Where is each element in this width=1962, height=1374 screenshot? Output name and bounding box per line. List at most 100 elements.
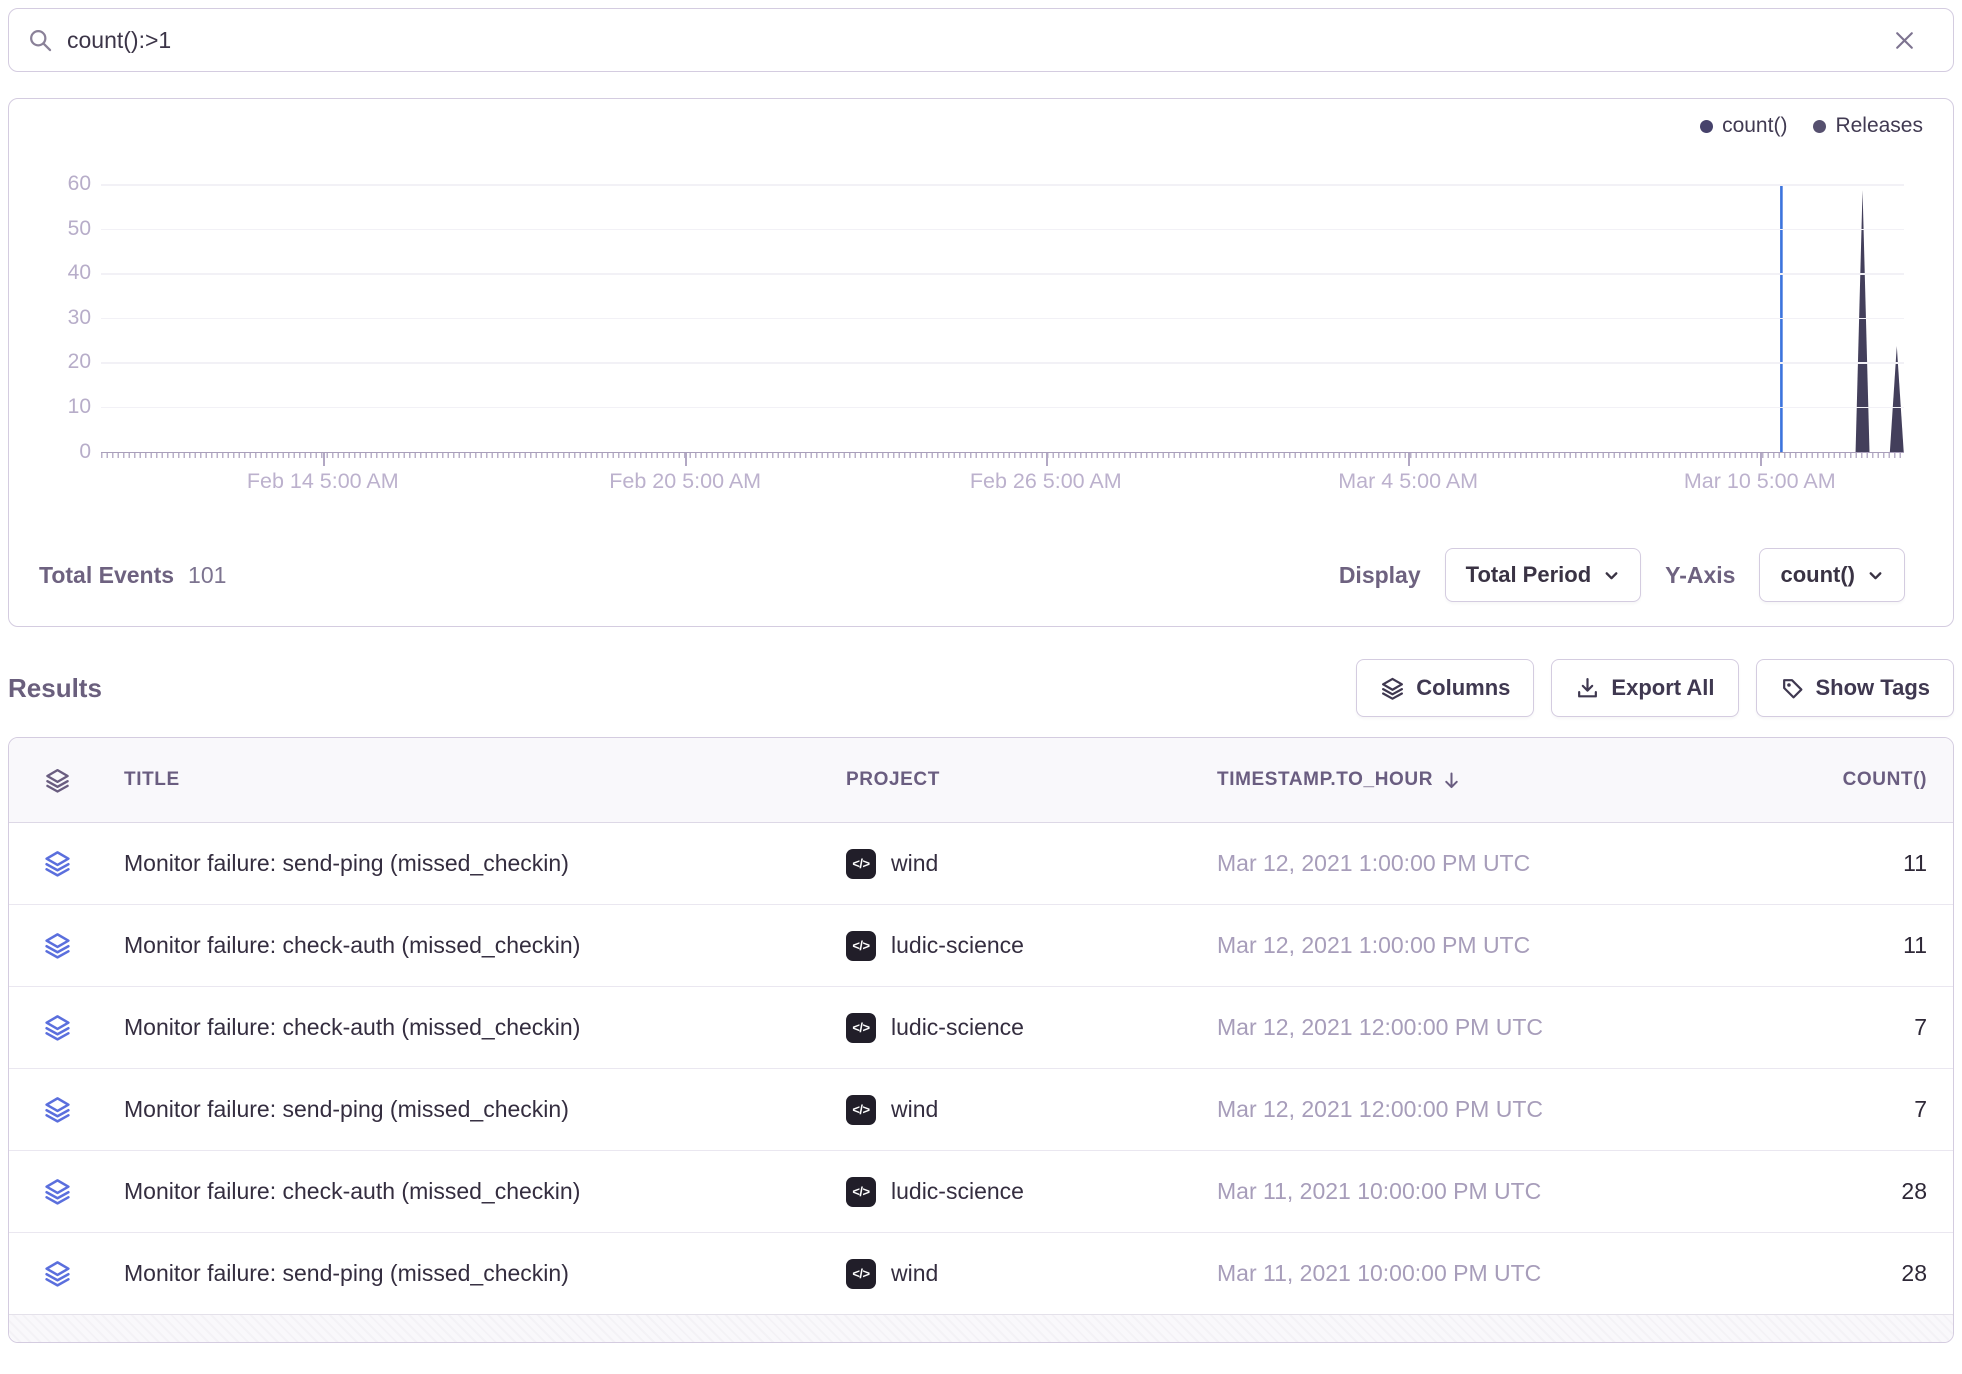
row-title: Monitor failure: check-auth (missed_chec… [106, 1014, 846, 1041]
download-icon [1575, 676, 1600, 701]
table-header-row: TITLE PROJECT TIMESTAMP.TO_HOUR COUNT() [9, 738, 1953, 823]
row-title: Monitor failure: send-ping (missed_check… [106, 850, 846, 877]
chevron-down-icon [1867, 567, 1884, 584]
row-count: 7 [1691, 1014, 1927, 1041]
x-tick-label: Mar 4 5:00 AM [1338, 469, 1478, 494]
legend-label: Releases [1835, 114, 1923, 138]
row-count: 28 [1691, 1178, 1927, 1205]
display-label: Display [1339, 562, 1421, 589]
stack-icon[interactable] [43, 1177, 72, 1206]
row-title: Monitor failure: check-auth (missed_chec… [106, 932, 846, 959]
column-header-project[interactable]: PROJECT [846, 769, 1209, 791]
export-all-button[interactable]: Export All [1551, 659, 1738, 717]
stack-icon[interactable] [43, 931, 72, 960]
stack-icon[interactable] [43, 849, 72, 878]
y-tick-label: 50 [39, 217, 91, 241]
total-events-label: Total Events [39, 562, 174, 589]
discover-page: count() Releases 0 10 20 30 40 50 60 Feb 14 5:… [0, 0, 1962, 1351]
columns-button[interactable]: Columns [1356, 659, 1534, 717]
table-row[interactable]: Monitor failure: check-auth (missed_chec… [9, 987, 1953, 1069]
yaxis-dropdown[interactable]: count() [1759, 548, 1905, 602]
column-header-title[interactable]: TITLE [106, 769, 846, 791]
yaxis-label: Y-Axis [1665, 562, 1735, 589]
y-tick-label: 20 [39, 350, 91, 374]
project-platform-icon: </> [846, 931, 876, 961]
project-platform-icon: </> [846, 1259, 876, 1289]
layers-icon [1380, 676, 1405, 701]
project-name: wind [891, 850, 938, 877]
results-heading: Results [8, 673, 102, 704]
project-name: wind [891, 1096, 938, 1123]
display-dropdown[interactable]: Total Period [1445, 548, 1642, 602]
project-platform-icon: </> [846, 1095, 876, 1125]
column-header-timestamp[interactable]: TIMESTAMP.TO_HOUR [1209, 769, 1691, 791]
x-tick-label: Feb 26 5:00 AM [970, 469, 1122, 494]
y-tick-label: 0 [39, 440, 91, 464]
sort-arrow-down-icon [1441, 770, 1462, 791]
gridline: 50 [101, 229, 1904, 231]
search-icon [27, 27, 54, 54]
chart-legend: count() Releases [9, 99, 1953, 139]
search-bar [8, 8, 1954, 72]
table-row[interactable]: Monitor failure: send-ping (missed_check… [9, 823, 1953, 905]
tag-icon [1780, 676, 1805, 701]
table-row[interactable]: Monitor failure: check-auth (missed_chec… [9, 1151, 1953, 1233]
row-title: Monitor failure: send-ping (missed_check… [106, 1260, 846, 1287]
y-tick-label: 60 [39, 172, 91, 196]
row-count: 11 [1691, 932, 1927, 959]
project-platform-icon: </> [846, 849, 876, 879]
x-axis-labels: Feb 14 5:00 AMFeb 20 5:00 AMFeb 26 5:00 … [101, 453, 1904, 499]
project-platform-icon: </> [846, 1177, 876, 1207]
project-name: wind [891, 1260, 938, 1287]
row-timestamp: Mar 12, 2021 1:00:00 PM UTC [1209, 932, 1691, 959]
gridline: 30 [101, 318, 1904, 320]
events-chart-panel: count() Releases 0 10 20 30 40 50 60 Feb 14 5:… [8, 98, 1954, 627]
legend-dot-releases-icon [1813, 120, 1826, 133]
x-tick-label: Feb 14 5:00 AM [247, 469, 399, 494]
stack-icon[interactable] [43, 1095, 72, 1124]
project-name: ludic-science [891, 932, 1024, 959]
column-header-count[interactable]: COUNT() [1691, 769, 1927, 791]
project-name: ludic-science [891, 1178, 1024, 1205]
row-count: 7 [1691, 1096, 1927, 1123]
display-dropdown-value: Total Period [1466, 562, 1592, 588]
results-table: TITLE PROJECT TIMESTAMP.TO_HOUR COUNT() … [8, 737, 1954, 1343]
clear-search-icon[interactable] [1892, 28, 1917, 53]
table-footer-strip [9, 1315, 1953, 1342]
total-events-value: 101 [188, 562, 226, 589]
table-row[interactable]: Monitor failure: send-ping (missed_check… [9, 1233, 1953, 1315]
chart-plot-area: 0102030405060 [101, 141, 1904, 453]
legend-dot-count-icon [1700, 120, 1713, 133]
row-timestamp: Mar 11, 2021 10:00:00 PM UTC [1209, 1178, 1691, 1205]
legend-item-count[interactable]: count() [1700, 113, 1787, 139]
chart-footer: Total Events 101 Display Total Period Y-… [9, 548, 1953, 602]
legend-item-releases[interactable]: Releases [1813, 113, 1923, 139]
y-tick-label: 30 [39, 306, 91, 330]
gridline: 60 [101, 184, 1904, 186]
row-timestamp: Mar 12, 2021 1:00:00 PM UTC [1209, 850, 1691, 877]
table-row[interactable]: Monitor failure: check-auth (missed_chec… [9, 905, 1953, 987]
stack-column-icon[interactable] [44, 767, 71, 794]
gridline: 20 [101, 362, 1904, 364]
yaxis-dropdown-value: count() [1780, 562, 1855, 588]
search-input[interactable] [67, 27, 1892, 54]
x-tick-label: Mar 10 5:00 AM [1684, 469, 1836, 494]
y-tick-label: 40 [39, 261, 91, 285]
row-count: 11 [1691, 850, 1927, 877]
row-timestamp: Mar 11, 2021 10:00:00 PM UTC [1209, 1260, 1691, 1287]
show-tags-button[interactable]: Show Tags [1756, 659, 1955, 717]
row-title: Monitor failure: check-auth (missed_chec… [106, 1178, 846, 1205]
gridline: 40 [101, 273, 1904, 275]
row-count: 28 [1691, 1260, 1927, 1287]
legend-label: count() [1722, 114, 1787, 138]
stack-icon[interactable] [43, 1259, 72, 1288]
row-title: Monitor failure: send-ping (missed_check… [106, 1096, 846, 1123]
table-body: Monitor failure: send-ping (missed_check… [9, 823, 1953, 1315]
table-row[interactable]: Monitor failure: send-ping (missed_check… [9, 1069, 1953, 1151]
row-timestamp: Mar 12, 2021 12:00:00 PM UTC [1209, 1014, 1691, 1041]
results-header-row: Results Columns Export All Show Tags [8, 659, 1954, 717]
project-name: ludic-science [891, 1014, 1024, 1041]
stack-icon[interactable] [43, 1013, 72, 1042]
gridline: 10 [101, 407, 1904, 409]
project-platform-icon: </> [846, 1013, 876, 1043]
